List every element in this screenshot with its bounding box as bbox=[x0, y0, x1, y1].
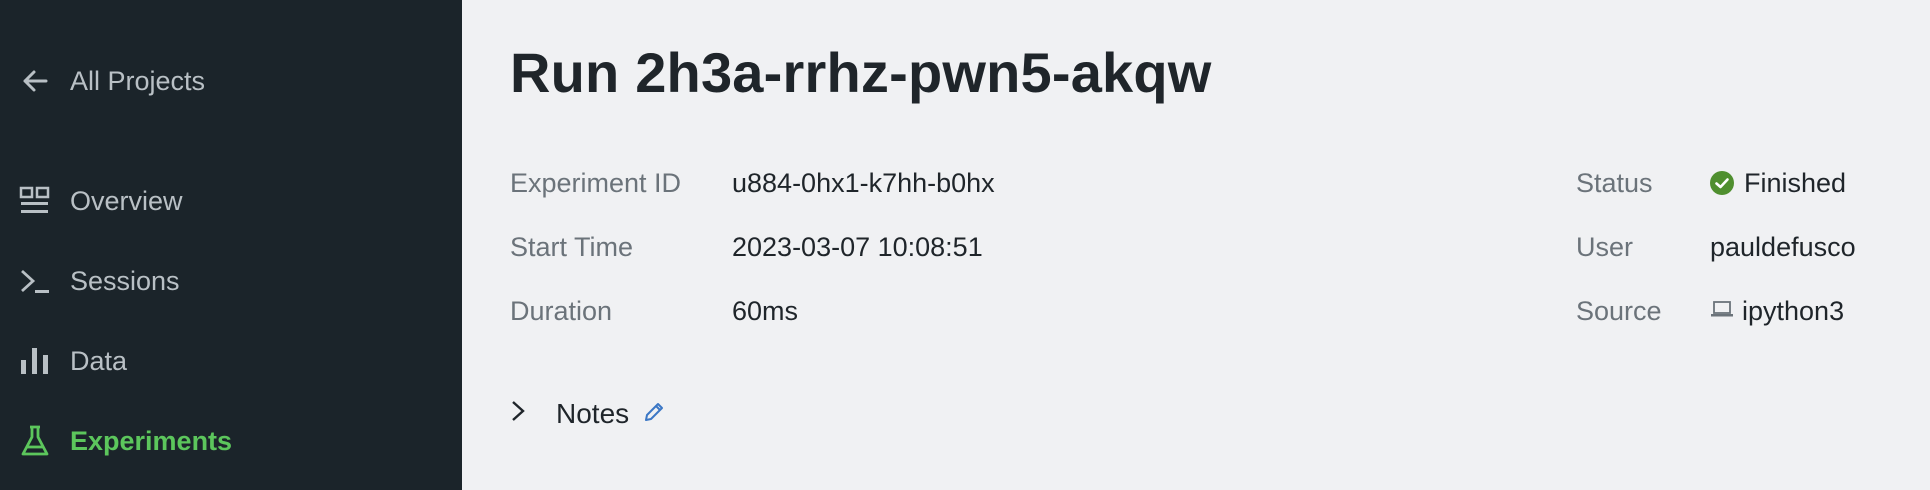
sidebar-item-sessions[interactable]: Sessions bbox=[18, 261, 180, 301]
experiment-id-label: Experiment ID bbox=[510, 168, 682, 198]
terminal-icon bbox=[18, 264, 52, 298]
user-label: User bbox=[1576, 232, 1634, 262]
all-projects-link[interactable]: All Projects bbox=[18, 61, 205, 101]
sidebar-item-experiments[interactable]: Experiments bbox=[18, 421, 232, 461]
status-label: Status bbox=[1576, 168, 1653, 198]
pencil-edit-icon[interactable] bbox=[643, 398, 665, 430]
run-detail-panel: Run 2h3a-rrhz-pwn5-akqw Experiment ID u8… bbox=[462, 0, 1930, 490]
notes-label: Notes bbox=[556, 398, 630, 429]
source-value: ipython3 bbox=[1710, 296, 1844, 328]
check-circle-icon bbox=[1710, 170, 1734, 195]
flask-icon bbox=[18, 424, 52, 458]
source-text: ipython3 bbox=[1742, 296, 1845, 326]
experiment-id-value: u884-0hx1-k7hh-b0hx bbox=[732, 168, 995, 198]
sidebar-item-overview[interactable]: Overview bbox=[18, 181, 183, 221]
sidebar: All Projects Overview Sessions Data Expe… bbox=[0, 0, 462, 490]
sidebar-item-label: Data bbox=[70, 345, 128, 376]
chevron-right-icon[interactable] bbox=[510, 398, 530, 430]
laptop-icon bbox=[1710, 295, 1734, 326]
status-text: Finished bbox=[1744, 168, 1847, 198]
duration-label: Duration bbox=[510, 296, 613, 326]
sidebar-item-label: Overview bbox=[70, 185, 183, 216]
dashboard-icon bbox=[18, 184, 52, 218]
start-time-value: 2023-03-07 10:08:51 bbox=[732, 232, 983, 262]
page-title: Run 2h3a-rrhz-pwn5-akqw bbox=[510, 41, 1212, 104]
bar-chart-icon bbox=[18, 344, 52, 378]
notes-section: Notes bbox=[510, 398, 665, 430]
duration-value: 60ms bbox=[732, 296, 799, 326]
status-value: Finished bbox=[1710, 168, 1846, 199]
sidebar-item-label: Sessions bbox=[70, 265, 180, 296]
all-projects-label: All Projects bbox=[70, 65, 206, 96]
arrow-left-icon bbox=[18, 64, 52, 98]
sidebar-item-data[interactable]: Data bbox=[18, 341, 127, 381]
start-time-label: Start Time bbox=[510, 232, 634, 262]
source-label: Source bbox=[1576, 296, 1662, 326]
user-value: pauldefusco bbox=[1710, 232, 1856, 262]
sidebar-item-label: Experiments bbox=[70, 425, 233, 456]
